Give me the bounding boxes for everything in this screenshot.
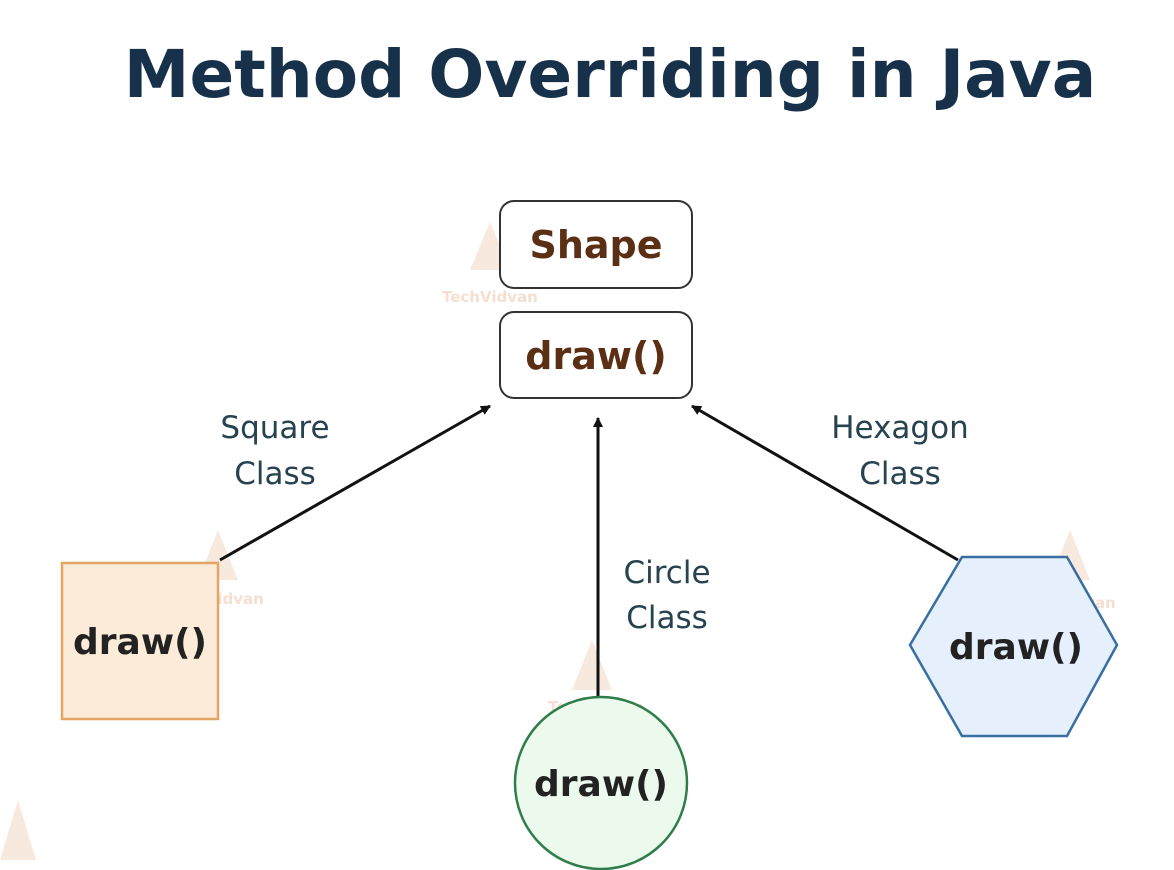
parent-class-name: Shape (529, 223, 662, 267)
circle-class-label-line1: Circle (623, 555, 710, 591)
page-title: Method Overriding in Java (124, 36, 1096, 113)
watermark-text: TechVidvan (442, 288, 538, 306)
square-method-name: draw() (73, 622, 207, 663)
inheritance-diagram: TechVidvan TechVidvan TechVidvan TechVid… (0, 36, 1119, 870)
square-class-label-line1: Square (220, 410, 329, 446)
hexagon-class-label-line2: Class (859, 456, 941, 492)
parent-method-name: draw() (525, 334, 666, 378)
square-class-label-line2: Class (234, 456, 316, 492)
hexagon-class-label-line1: Hexagon (831, 410, 968, 446)
circle-class-label-line2: Class (626, 600, 708, 636)
circle-method-name: draw() (534, 764, 668, 805)
hexagon-method-name: draw() (949, 627, 1083, 668)
watermark-logo-bottom-left (0, 800, 36, 860)
